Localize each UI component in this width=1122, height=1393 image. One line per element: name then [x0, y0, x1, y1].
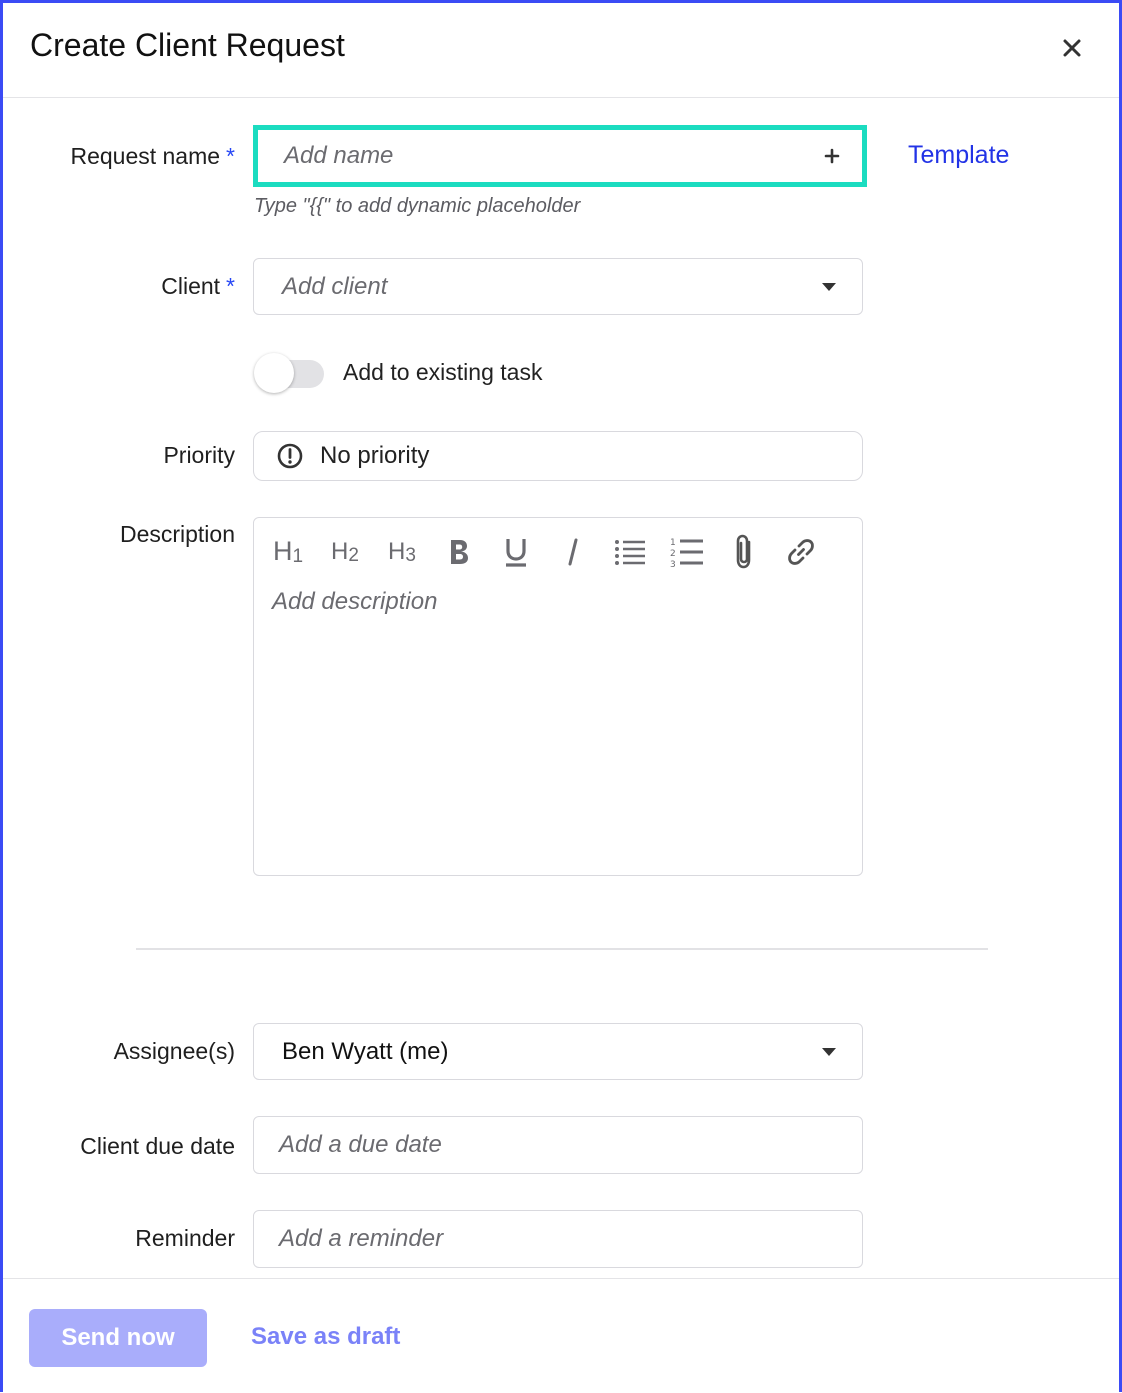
section-divider: [136, 948, 988, 950]
chevron-down-icon: [822, 1047, 836, 1056]
chevron-down-icon: [822, 282, 836, 291]
due-date-placeholder: Add a due date: [279, 1131, 442, 1158]
link-icon: [788, 539, 814, 565]
dialog-footer: Send now Save as draft: [3, 1278, 1119, 1393]
link-button[interactable]: [779, 530, 823, 574]
add-to-existing-task-toggle[interactable]: [254, 353, 326, 395]
bold-icon: [451, 540, 468, 564]
dialog-title: Create Client Request: [30, 27, 345, 63]
client-due-date-label: Client due date: [80, 1133, 235, 1159]
client-select[interactable]: Add client: [253, 258, 863, 315]
required-asterisk: *: [226, 273, 235, 299]
heading-2-button[interactable]: H2: [323, 530, 367, 574]
required-asterisk: *: [226, 143, 235, 169]
request-name-placeholder: Add name: [284, 142, 394, 169]
priority-label: Priority: [163, 442, 235, 468]
description-label: Description: [119, 521, 235, 547]
dialog-header: Create Client Request: [3, 3, 1119, 98]
description-editor[interactable]: H1 H2 H3 1 2 3 Add description: [253, 517, 863, 876]
svg-text:1: 1: [670, 538, 676, 548]
save-as-draft-button[interactable]: Save as draft: [251, 1323, 400, 1351]
underline-icon: [506, 539, 526, 567]
add-to-existing-task-label: Add to existing task: [343, 359, 543, 385]
reminder-placeholder: Add a reminder: [279, 1225, 444, 1252]
client-placeholder: Add client: [282, 272, 388, 300]
bulleted-list-button[interactable]: [608, 530, 652, 574]
svg-text:3: 3: [670, 560, 676, 568]
close-button[interactable]: [1057, 33, 1087, 63]
priority-value: No priority: [320, 442, 430, 469]
description-placeholder: Add description: [272, 588, 438, 615]
send-now-button[interactable]: Send now: [29, 1309, 207, 1367]
bold-button[interactable]: [437, 530, 481, 574]
template-link[interactable]: Template: [908, 141, 1009, 170]
heading-3-icon: H3: [388, 537, 416, 566]
create-client-request-dialog: Create Client Request Request name * Add …: [0, 0, 1122, 1393]
italic-button[interactable]: [551, 530, 595, 574]
assignees-value: Ben Wyatt (me): [282, 1037, 449, 1065]
assignees-select[interactable]: Ben Wyatt (me): [253, 1023, 863, 1080]
close-icon: [1063, 39, 1081, 57]
reminder-input[interactable]: Add a reminder: [253, 1210, 863, 1268]
heading-3-button[interactable]: H3: [380, 530, 424, 574]
add-placeholder-button[interactable]: [818, 142, 846, 170]
client-due-date-input[interactable]: Add a due date: [253, 1116, 863, 1174]
underline-button[interactable]: [494, 530, 538, 574]
exclamation-circle-icon: [276, 442, 304, 470]
editor-toolbar: H1 H2 H3 1 2 3: [266, 530, 836, 574]
request-name-label: Request name *: [70, 143, 235, 169]
svg-text:2: 2: [670, 549, 676, 559]
heading-1-button[interactable]: H1: [266, 530, 310, 574]
bulleted-list-icon: [615, 540, 645, 565]
attachment-button[interactable]: [722, 530, 766, 574]
reminder-label: Reminder: [135, 1225, 235, 1251]
toggle-knob: [254, 353, 294, 393]
numbered-list-icon: 1 2 3: [670, 538, 703, 568]
request-name-input[interactable]: Add name: [253, 125, 867, 187]
italic-icon: [568, 538, 578, 566]
client-label: Client *: [161, 273, 235, 299]
assignees-label: Assignee(s): [113, 1038, 235, 1064]
priority-select[interactable]: No priority: [253, 431, 863, 481]
plus-icon: [824, 148, 840, 164]
paperclip-icon: [736, 534, 751, 569]
heading-1-icon: H1: [272, 536, 304, 567]
numbered-list-button[interactable]: 1 2 3: [665, 530, 709, 574]
request-name-hint: Type "{{" to add dynamic placeholder: [254, 195, 581, 217]
heading-2-icon: H2: [331, 537, 359, 566]
